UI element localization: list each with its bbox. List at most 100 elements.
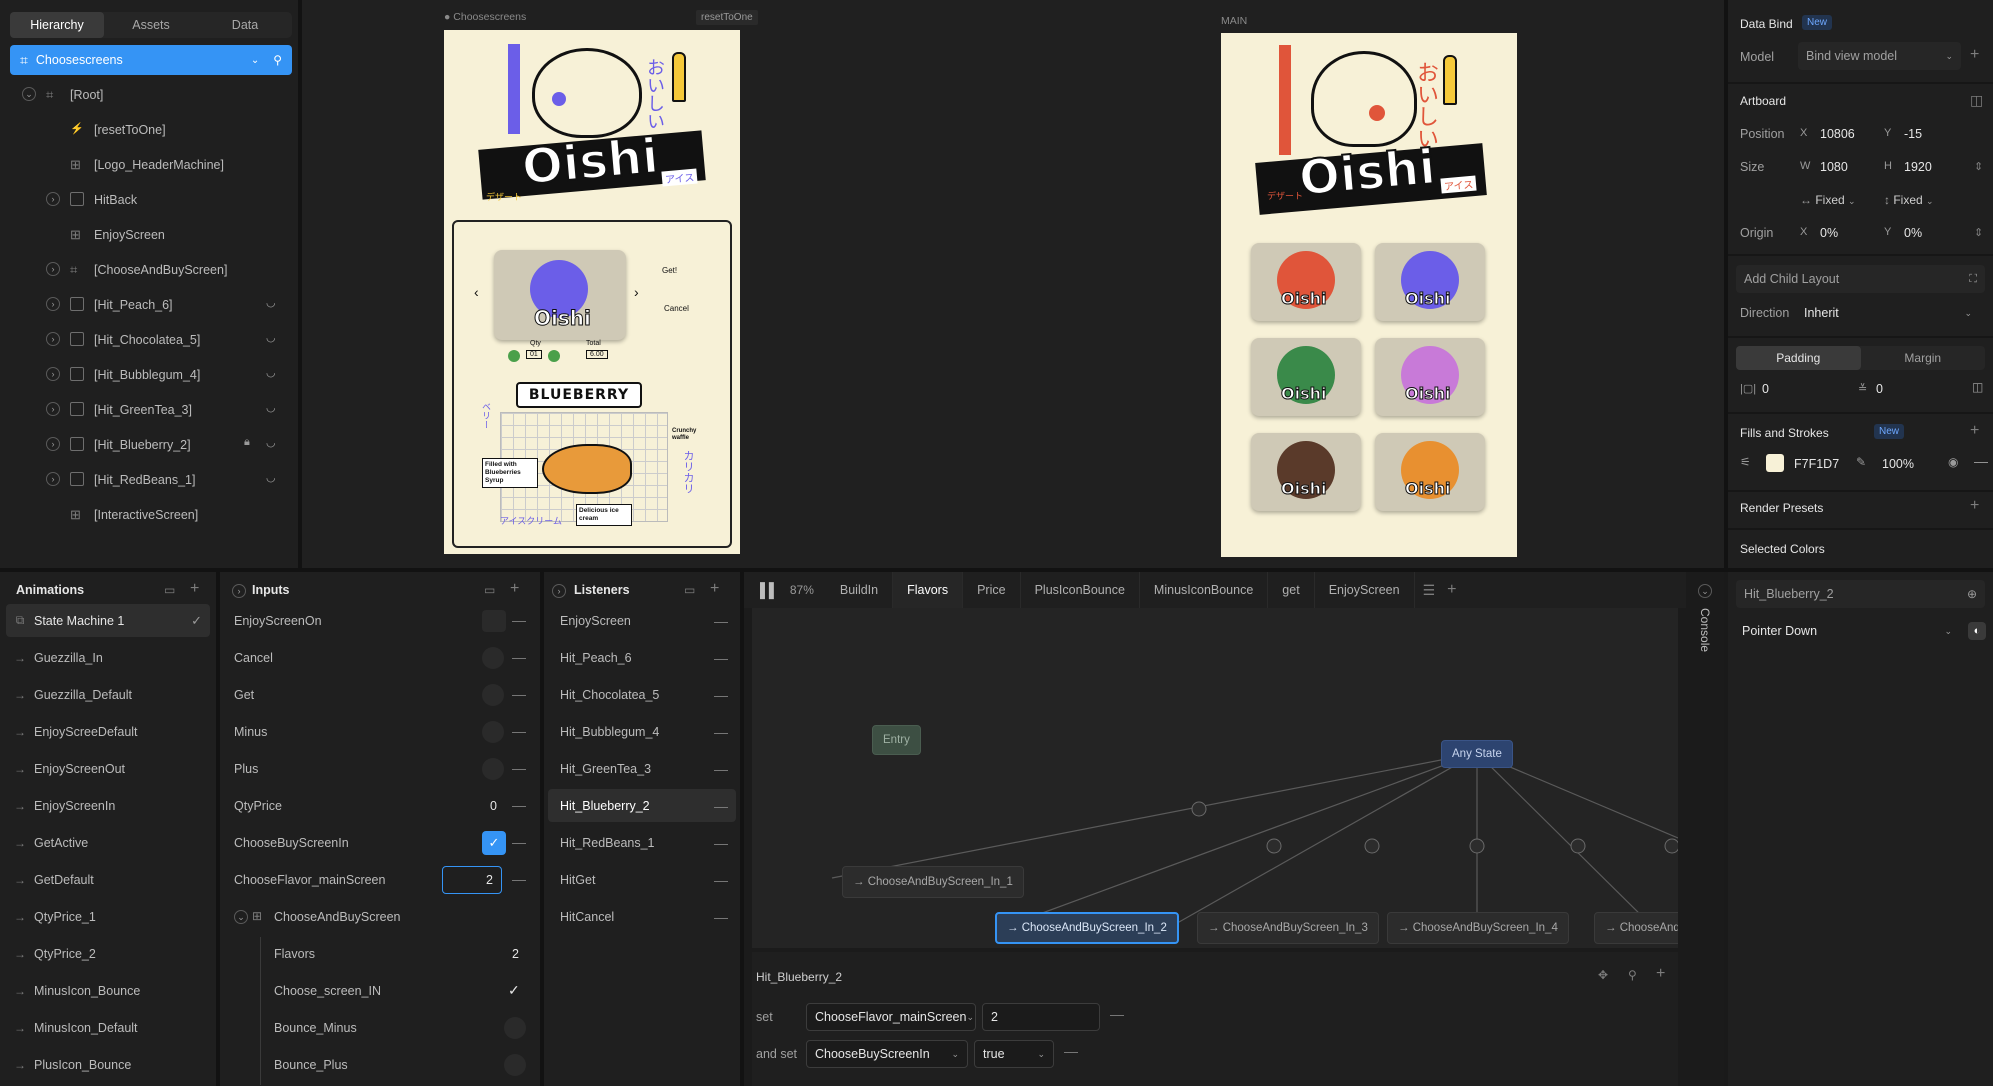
width-input[interactable]: 1080 bbox=[1820, 160, 1848, 174]
remove-input-icon[interactable]: — bbox=[512, 612, 526, 628]
folder-icon[interactable]: ▭ bbox=[164, 583, 175, 597]
zoom-level[interactable]: 87% bbox=[790, 583, 814, 597]
tree-item[interactable]: › [Hit_RedBeans_1] ◡ bbox=[0, 462, 298, 497]
expand-chevron-icon[interactable]: › bbox=[46, 437, 60, 451]
listener-item[interactable]: Hit_GreenTea_3— bbox=[548, 752, 736, 785]
qty-plus-icon[interactable] bbox=[548, 350, 560, 362]
flavor-pack[interactable]: Oishi bbox=[1251, 243, 1361, 321]
expand-chevron-icon[interactable]: › bbox=[46, 192, 60, 206]
remove-listener-icon[interactable]: — bbox=[714, 761, 728, 777]
artboard2-title[interactable]: MAIN bbox=[1221, 15, 1247, 27]
tree-item[interactable]: › [Hit_Blueberry_2] 🔒︎ ◡ bbox=[0, 427, 298, 462]
bool-toggle[interactable] bbox=[482, 610, 506, 632]
cancel-label[interactable]: Cancel bbox=[664, 304, 689, 313]
padding-v-input[interactable]: 0 bbox=[1876, 382, 1883, 396]
animation-item[interactable]: → GetDefault bbox=[6, 863, 210, 896]
input-item[interactable]: Bounce_Plus bbox=[220, 1048, 540, 1085]
tab-hierarchy[interactable]: Hierarchy bbox=[10, 12, 104, 38]
input-item[interactable]: Get — bbox=[220, 678, 540, 711]
origin-x-input[interactable]: 0% bbox=[1820, 226, 1838, 240]
padding-expand-icon[interactable]: ◫ bbox=[1972, 380, 1983, 394]
animation-item[interactable]: → EnjoyScreeDefault bbox=[6, 715, 210, 748]
add-listener-icon[interactable]: + bbox=[710, 580, 719, 598]
expand-chevron-icon[interactable]: ⌄ bbox=[234, 910, 248, 924]
tree-item[interactable]: › [Hit_Bubblegum_4] ◡ bbox=[0, 357, 298, 392]
number-value[interactable]: 2 bbox=[512, 947, 519, 961]
remove-listener-icon[interactable]: — bbox=[714, 798, 728, 814]
position-x-input[interactable]: 10806 bbox=[1820, 127, 1855, 141]
layer-tab[interactable]: get bbox=[1268, 572, 1315, 608]
add-child-layout-button[interactable]: Add Child Layout ⛶ bbox=[1736, 265, 1985, 293]
console-toggle-icon[interactable]: ⌄ bbox=[1698, 584, 1712, 598]
panel-layout-icon[interactable]: ◫ bbox=[1970, 92, 1983, 109]
animation-item[interactable]: → PlusIcon_Bounce bbox=[6, 1048, 210, 1081]
any-state-node[interactable]: Any State bbox=[1441, 740, 1513, 768]
input-item[interactable]: ChooseBuyScreenIn ✓ — bbox=[220, 826, 540, 859]
state-node-in-4[interactable]: → ChooseAndBuyScreen_In_4 bbox=[1387, 912, 1569, 944]
input-item[interactable]: ⌄ ⊞ ChooseAndBuyScreen bbox=[220, 900, 540, 933]
pin-icon[interactable]: ⚲ bbox=[1628, 968, 1637, 982]
set-value-input[interactable]: 2 bbox=[982, 1003, 1100, 1031]
expand-chevron-icon[interactable]: › bbox=[46, 332, 60, 346]
artboard2[interactable]: おいしい Oishi アイス デザート Oishi Oishi Oishi Oishi… bbox=[1221, 33, 1517, 557]
layer-tab[interactable]: PlusIconBounce bbox=[1021, 572, 1140, 608]
eye-hidden-icon[interactable]: ◡ bbox=[266, 436, 276, 449]
remove-listener-icon[interactable]: — bbox=[714, 872, 728, 888]
fill-opacity[interactable]: 100% bbox=[1882, 457, 1914, 471]
remove-listener-icon[interactable]: — bbox=[714, 909, 728, 925]
remove-input-icon[interactable]: — bbox=[512, 834, 526, 850]
animation-item[interactable]: → EnjoyScreenIn bbox=[6, 789, 210, 822]
tree-item[interactable]: ⊞ [Logo_HeaderMachine] bbox=[0, 147, 298, 182]
tab-assets[interactable]: Assets bbox=[104, 12, 198, 38]
padding-h-input[interactable]: 0 bbox=[1762, 382, 1769, 396]
padding-tab[interactable]: Padding bbox=[1736, 346, 1861, 370]
eye-hidden-icon[interactable]: ◡ bbox=[266, 296, 276, 309]
input-item[interactable]: QtyPrice 0— bbox=[220, 789, 540, 822]
add-fill-icon[interactable]: + bbox=[1970, 422, 1979, 440]
tree-item[interactable]: › [Hit_GreenTea_3] ◡ bbox=[0, 392, 298, 427]
listener-item[interactable]: Hit_Chocolatea_5— bbox=[548, 678, 736, 711]
remove-input-icon[interactable]: — bbox=[512, 723, 526, 739]
console-label[interactable]: Console bbox=[1698, 608, 1712, 652]
animation-item[interactable]: → Guezzilla_In bbox=[6, 641, 210, 674]
tree-item[interactable]: ⊞ [InteractiveScreen] bbox=[0, 497, 298, 532]
state-node-in-3[interactable]: → ChooseAndBuyScreen_In_3 bbox=[1197, 912, 1379, 944]
position-y-input[interactable]: -15 bbox=[1904, 127, 1922, 141]
menu-icon[interactable]: ☰ bbox=[1423, 582, 1436, 599]
remove-listener-icon[interactable]: — bbox=[714, 835, 728, 851]
tree-item[interactable]: ⊞ EnjoyScreen bbox=[0, 217, 298, 252]
tab-data[interactable]: Data bbox=[198, 12, 292, 38]
animation-item[interactable]: → MinusIcon_Bounce bbox=[6, 974, 210, 1007]
pause-icon[interactable]: ▌▌ bbox=[760, 582, 779, 598]
fill-swatch[interactable] bbox=[1766, 454, 1784, 472]
console-strip[interactable]: ⌄ Console bbox=[1686, 572, 1724, 1086]
add-model-icon[interactable]: + bbox=[1970, 46, 1979, 64]
input-item[interactable]: Minus — bbox=[220, 715, 540, 748]
remove-input-icon[interactable]: — bbox=[512, 797, 526, 813]
collapse-icon[interactable]: › bbox=[552, 584, 566, 598]
listener-item[interactable]: Hit_Bubblegum_4— bbox=[548, 715, 736, 748]
trigger-button[interactable] bbox=[482, 647, 504, 669]
layer-tab[interactable]: EnjoyScreen bbox=[1315, 572, 1415, 608]
eye-hidden-icon[interactable]: ◡ bbox=[266, 471, 276, 484]
model-select[interactable]: Bind view model ⌄ bbox=[1798, 42, 1961, 70]
trigger-button[interactable] bbox=[482, 721, 504, 743]
next-arrow-icon[interactable]: › bbox=[634, 284, 639, 300]
flavor-pack[interactable]: Oishi bbox=[1375, 338, 1485, 416]
and-set-value-select[interactable]: true ⌄ bbox=[974, 1040, 1054, 1068]
expand-chevron-icon[interactable]: › bbox=[46, 472, 60, 486]
and-set-input-select[interactable]: ChooseBuyScreenIn ⌄ bbox=[806, 1040, 968, 1068]
listener-item[interactable]: HitCancel — bbox=[548, 900, 736, 933]
remove-input-icon[interactable]: — bbox=[512, 686, 526, 702]
artboard1-tag[interactable]: resetToOne bbox=[696, 10, 758, 25]
listener-item[interactable]: Hit_Blueberry_2— bbox=[548, 789, 736, 822]
input-item[interactable]: EnjoyScreenOn — bbox=[220, 604, 540, 637]
remove-listener-icon[interactable]: — bbox=[714, 613, 728, 629]
input-item[interactable]: Cancel — bbox=[220, 641, 540, 674]
artboard-selector[interactable]: ⌗ Choosescreens ⌄ ⚲ bbox=[10, 45, 292, 75]
add-action-icon[interactable]: + bbox=[1656, 965, 1665, 983]
fill-adjust-icon[interactable]: ⚟ bbox=[1740, 455, 1751, 469]
trigger-button[interactable] bbox=[482, 758, 504, 780]
artboard1[interactable]: おいしい Oishi アイス デザート ‹ › Oishi Get! Cance… bbox=[444, 30, 740, 554]
expand-chevron-icon[interactable]: › bbox=[46, 262, 60, 276]
